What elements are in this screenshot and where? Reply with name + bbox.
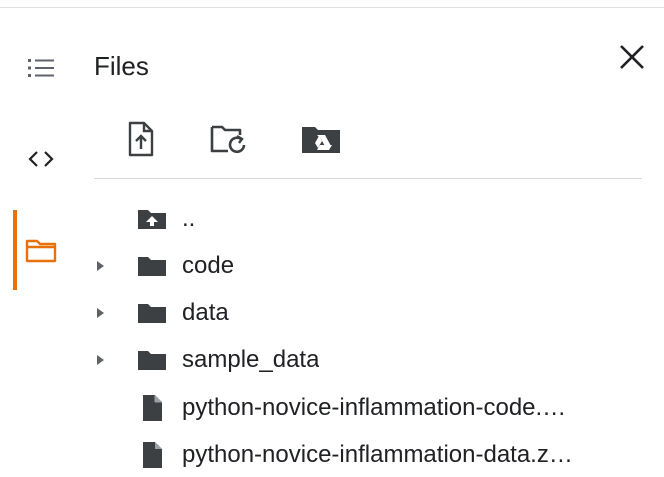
folder-icon — [132, 298, 172, 328]
code-icon[interactable] — [24, 145, 58, 173]
folder-icon — [132, 345, 172, 375]
active-rail-indicator — [13, 210, 17, 290]
tree-item-code[interactable]: code — [88, 245, 648, 287]
toolbar-divider — [94, 178, 642, 179]
upload-file-icon — [128, 121, 154, 157]
expand-caret-icon[interactable] — [88, 301, 112, 325]
table-of-contents-icon[interactable] — [24, 54, 58, 82]
tree-item-sample-data[interactable]: sample_data — [88, 339, 648, 381]
tree-item-label: .. — [182, 205, 196, 232]
upload-button[interactable] — [118, 118, 164, 160]
file-icon — [132, 440, 172, 470]
tree-item-code-zip[interactable]: python-novice-inflammation-code.… — [88, 387, 648, 429]
file-icon — [132, 393, 172, 423]
tree-item-data-zip[interactable]: python-novice-inflammation-data.z… — [88, 434, 648, 476]
refresh-folder-icon — [210, 125, 246, 154]
panel-title: Files — [94, 51, 149, 81]
refresh-button[interactable] — [206, 118, 252, 160]
tree-item-parent[interactable]: .. — [88, 198, 648, 240]
top-divider — [0, 7, 664, 8]
tree-item-label: python-novice-inflammation-code.… — [182, 394, 567, 421]
close-icon — [620, 45, 644, 69]
folder-icon — [132, 251, 172, 281]
expand-caret-icon[interactable] — [88, 254, 112, 278]
tree-item-label: sample_data — [182, 346, 320, 373]
expand-caret-icon[interactable] — [88, 348, 112, 372]
folder-up-icon — [132, 204, 172, 234]
mount-drive-button[interactable] — [298, 118, 344, 160]
close-button[interactable] — [612, 40, 652, 74]
folder-icon[interactable] — [24, 236, 58, 266]
tree-item-label: code — [182, 252, 235, 279]
files-panel: Files .. code data sample_data python-no… — [0, 0, 664, 477]
tree-item-label: python-novice-inflammation-data.z… — [182, 441, 573, 468]
tree-item-data[interactable]: data — [88, 292, 648, 334]
tree-item-label: data — [182, 299, 229, 326]
mount-drive-icon — [302, 127, 340, 153]
